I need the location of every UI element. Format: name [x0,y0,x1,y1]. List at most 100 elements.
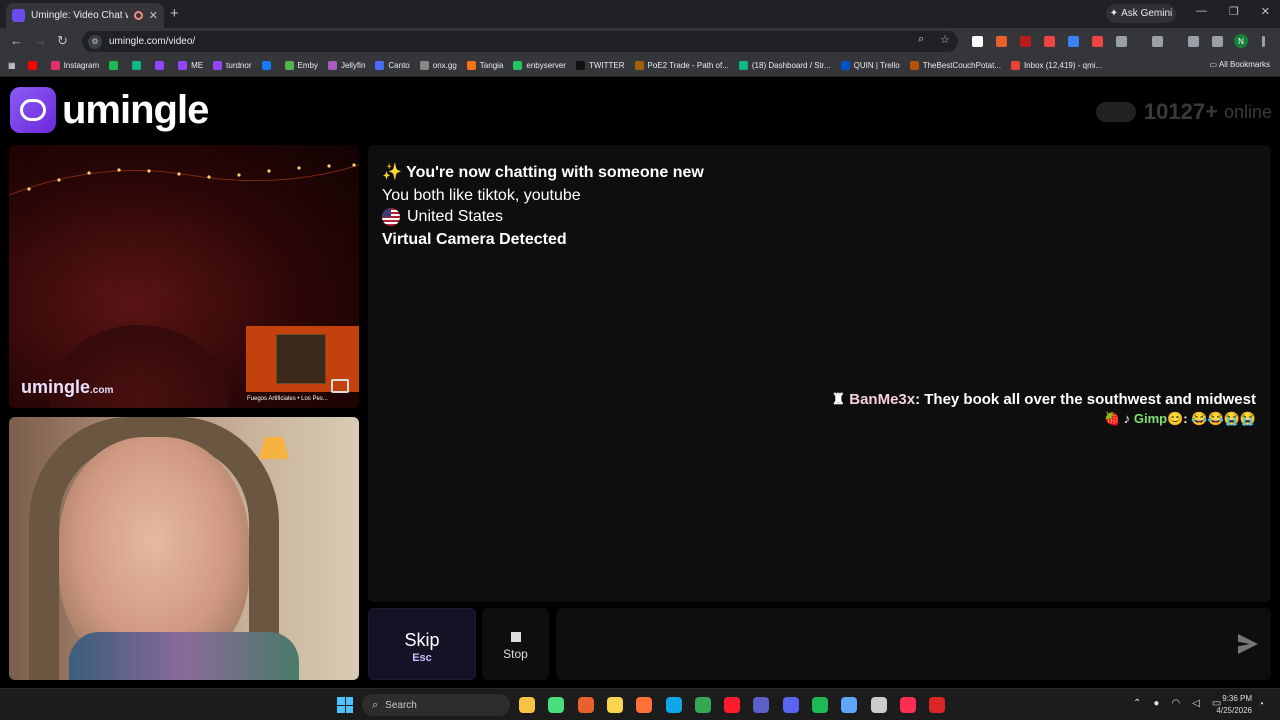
bookmark-item[interactable] [261,61,275,70]
extension-pdf-icon[interactable] [1092,36,1103,47]
back-arrow-icon[interactable]: ← [10,33,23,48]
extension-fox-icon[interactable] [996,36,1007,47]
apps-grid-icon[interactable]: ▦ [8,61,16,70]
message-input[interactable] [556,608,1271,680]
watermark-suffix: .com [90,385,114,396]
microphone-icon[interactable]: ● [1153,698,1159,709]
extension-red-icon[interactable] [1020,36,1031,47]
extensions-puzzle-icon[interactable] [1116,36,1127,47]
report-flag-icon[interactable] [331,379,349,393]
spotify-icon[interactable] [812,697,828,713]
bookmark-item[interactable]: Tangia [466,61,503,70]
bookmark-favicon-icon [27,61,37,70]
forward-arrow-icon[interactable]: → [34,33,47,48]
bookmark-item[interactable] [155,61,168,70]
bookmark-item[interactable]: (18) Dashboard / Str... [738,61,831,70]
tab-close-button[interactable]: ✕ [149,9,158,22]
bookmark-item[interactable]: TheBestCouchPotat... [909,61,1001,70]
site-info-icon[interactable]: ⚙ [88,34,102,49]
bookmark-star-icon[interactable]: ☆ [940,33,950,46]
minimize-button[interactable]: — [1196,5,1207,18]
skip-button[interactable]: Skip Esc [368,608,476,680]
chat-emotes: 😊: 😂😂😭😭 [1167,411,1256,426]
bookmark-item[interactable]: enbyserver [513,61,566,70]
edge-icon[interactable] [665,697,682,713]
bookmark-favicon-icon [575,61,585,70]
tiktok-icon[interactable] [899,697,916,713]
bookmark-item[interactable]: PoE2 Trade - Path of... [634,61,729,70]
country-name: United States [407,208,504,225]
bookmark-item[interactable] [132,61,145,70]
new-tab-button[interactable]: + [170,5,179,22]
bookmark-label: Inbox (12,419) - qmi... [1023,61,1103,70]
bookmark-favicon-icon [466,61,476,70]
address-bar[interactable]: ⚙ umingle.com/video/ ⌕ ☆ [82,31,958,52]
taskbar-search-label: Search [385,699,417,711]
umingle-logo[interactable]: umingle [10,87,209,133]
bookmark-item[interactable]: onx.gg [419,61,457,70]
teams-icon[interactable] [753,697,770,713]
downloads-icon[interactable] [1188,36,1199,47]
bookmark-label: Jellyfin [340,61,366,70]
extension-blue-icon[interactable] [1068,36,1079,47]
bookmark-item[interactable]: turdnor [213,61,252,70]
bookmark-favicon-icon [132,61,142,70]
bookmark-favicon-icon [909,61,919,70]
windows-start-icon[interactable] [337,697,353,713]
taskbar-clock[interactable]: 9:36 PM 4/25/2026 [1210,693,1252,717]
app-red-icon[interactable] [929,697,946,713]
stranger-country: United States [382,208,503,226]
stop-button[interactable]: Stop [482,608,549,680]
bookmark-item[interactable]: QUIN | Trello [840,61,900,70]
bookmark-item[interactable]: ME [178,61,203,70]
chrome-icon[interactable] [694,697,711,713]
chat-bubble-logo-icon [10,87,56,133]
all-bookmarks-button[interactable]: ▭ All Bookmarks [1210,60,1270,69]
app-orange-icon[interactable] [577,697,594,713]
bookmark-item[interactable]: Instagram [50,61,99,70]
profile-avatar[interactable]: N [1234,34,1248,48]
volume-icon[interactable]: ◁ [1192,698,1200,709]
bookmark-favicon-icon [261,61,271,70]
close-window-button[interactable]: ✕ [1261,5,1270,18]
bookmark-favicon-icon [284,61,294,70]
window-controls: — ❐ ✕ [1196,5,1270,18]
opera-icon[interactable] [724,697,741,713]
notepad-icon[interactable] [841,697,858,713]
wifi-icon[interactable]: ◠ [1171,698,1180,709]
tab-umingle[interactable]: Umingle: Video Chat with S ✕ [6,3,164,28]
extension-k-icon[interactable] [972,36,983,47]
chevron-up-icon[interactable]: ⌃ [1133,698,1141,709]
zoom-icon[interactable]: ⌕ [918,33,924,46]
bookmark-item[interactable]: Inbox (12,419) - qmi... [1010,61,1103,70]
firefox-icon[interactable] [636,697,653,713]
bookmark-favicon-icon [513,61,523,70]
bookmark-favicon-icon [109,61,119,70]
discord-icon[interactable] [782,697,799,713]
bookmark-item[interactable]: Canto [375,61,410,70]
bookmark-item[interactable] [109,61,122,70]
chat-username-2: Gimp [1133,411,1168,426]
reload-icon[interactable]: ↻ [57,33,68,49]
bookmark-item[interactable]: Emby [284,61,318,70]
stop-square-icon [510,632,521,642]
media-player-icon[interactable] [548,697,565,713]
menu-kebab-icon[interactable] [1262,36,1265,47]
bookmark-label: ME [191,61,204,70]
taskbar-search[interactable]: ⌕ Search [362,694,510,716]
browser-tab-strip: Umingle: Video Chat with S ✕ + ✦ Ask Gem… [0,0,1280,28]
restore-button[interactable]: ❐ [1229,5,1239,18]
notification-bell-icon[interactable]: ◔ [1258,699,1264,710]
side-panel-icon[interactable] [1152,36,1163,47]
sticky-notes-icon[interactable] [606,697,623,713]
theme-toggle[interactable] [1095,102,1136,122]
bookmark-item[interactable]: Jellyfin [327,61,366,70]
ask-gemini-label: Ask Gemini [1121,8,1173,19]
bookmark-item[interactable]: TWITTER [575,61,625,70]
ask-gemini-button[interactable]: ✦ Ask Gemini [1106,4,1176,23]
obs-icon[interactable] [870,697,887,713]
windows-explorer-icon[interactable] [519,697,535,713]
bookmark-item[interactable] [27,61,41,70]
extension-youtube-icon[interactable] [1044,36,1055,47]
media-controls-icon[interactable] [1212,36,1223,47]
